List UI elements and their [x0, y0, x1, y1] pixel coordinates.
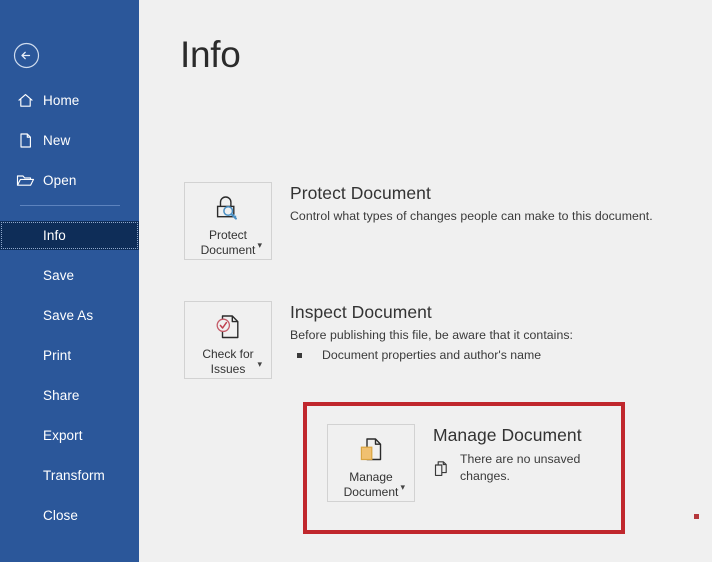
sidebar-item-label: New	[43, 133, 71, 148]
inspect-document-description: Before publishing this file, be aware th…	[290, 328, 574, 342]
word-backstage-window: Home New Open Info Save Save As Print Sh…	[0, 0, 712, 562]
manage-document-button[interactable]: Manage Document ▾	[327, 424, 415, 502]
sidebar-item-label: Home	[43, 93, 80, 108]
sidebar-item-label: Share	[43, 388, 80, 403]
back-button[interactable]	[13, 42, 40, 69]
page-icon	[16, 131, 35, 150]
chevron-down-icon: ▾	[257, 359, 262, 369]
protect-document-button[interactable]: Protect Document ▾	[184, 182, 272, 260]
sidebar-item-save[interactable]: Save	[0, 261, 139, 290]
copy-documents-icon	[433, 460, 449, 477]
sidebar-item-close[interactable]: Close	[0, 501, 139, 530]
document-versions-icon	[353, 434, 389, 466]
protect-document-description: Control what types of changes people can…	[290, 209, 653, 223]
sidebar-item-new[interactable]: New	[0, 126, 139, 155]
sidebar-item-export[interactable]: Export	[0, 421, 139, 450]
sidebar-item-label: Open	[43, 173, 77, 188]
manage-document-highlight-box: Manage Document ▾ Manage Document There …	[303, 402, 625, 534]
protect-document-button-label: Protect Document	[200, 228, 256, 257]
page-title: Info	[180, 34, 241, 75]
sidebar-item-label: Print	[43, 348, 72, 363]
sidebar-item-label: Save	[43, 268, 75, 283]
sidebar-divider	[20, 205, 120, 206]
sidebar-item-label: Save As	[43, 308, 94, 323]
check-for-issues-button[interactable]: Check for Issues ▾	[184, 301, 272, 379]
inspect-document-text: Inspect Document Before publishing this …	[290, 301, 660, 364]
red-square-marker	[694, 514, 699, 519]
inspect-document-title: Inspect Document	[290, 302, 432, 322]
sidebar-item-open[interactable]: Open	[0, 166, 139, 195]
manage-document-text: Manage Document There are no unsaved cha…	[433, 424, 633, 485]
folder-icon	[16, 171, 35, 190]
sidebar-item-share[interactable]: Share	[0, 381, 139, 410]
inspect-document-bullet-text: Document properties and author's name	[322, 348, 542, 362]
back-arrow-icon	[13, 42, 40, 69]
chevron-down-icon: ▾	[400, 482, 405, 492]
manage-document-title: Manage Document	[433, 425, 582, 445]
manage-document-status-row: There are no unsaved changes.	[433, 451, 633, 485]
sidebar-item-info[interactable]: Info	[0, 221, 139, 250]
backstage-sidebar: Home New Open Info Save Save As Print Sh…	[0, 0, 139, 562]
sidebar-item-label: Export	[43, 428, 83, 443]
protect-document-title: Protect Document	[290, 183, 431, 203]
sidebar-item-label: Info	[43, 228, 66, 243]
document-check-icon	[210, 311, 246, 343]
info-pane: Info Protect Document ▾ Protect Document…	[139, 0, 712, 562]
inspect-document-bullet: Document properties and author's name	[290, 347, 660, 364]
chevron-down-icon: ▾	[257, 240, 262, 250]
manage-document-status-text: There are no unsaved changes.	[460, 452, 581, 483]
sidebar-item-transform[interactable]: Transform	[0, 461, 139, 490]
sidebar-item-save-as[interactable]: Save As	[0, 301, 139, 330]
bullet-square-icon	[297, 353, 302, 358]
sidebar-item-label: Close	[43, 508, 79, 523]
manage-document-button-label: Manage Document	[343, 470, 399, 499]
sidebar-item-label: Transform	[43, 468, 105, 483]
home-icon	[16, 91, 35, 110]
check-for-issues-button-label: Check for Issues	[202, 347, 254, 376]
lock-magnifier-icon	[210, 192, 246, 224]
protect-document-text: Protect Document Control what types of c…	[290, 182, 660, 225]
sidebar-item-home[interactable]: Home	[0, 86, 139, 115]
sidebar-item-print[interactable]: Print	[0, 341, 139, 370]
